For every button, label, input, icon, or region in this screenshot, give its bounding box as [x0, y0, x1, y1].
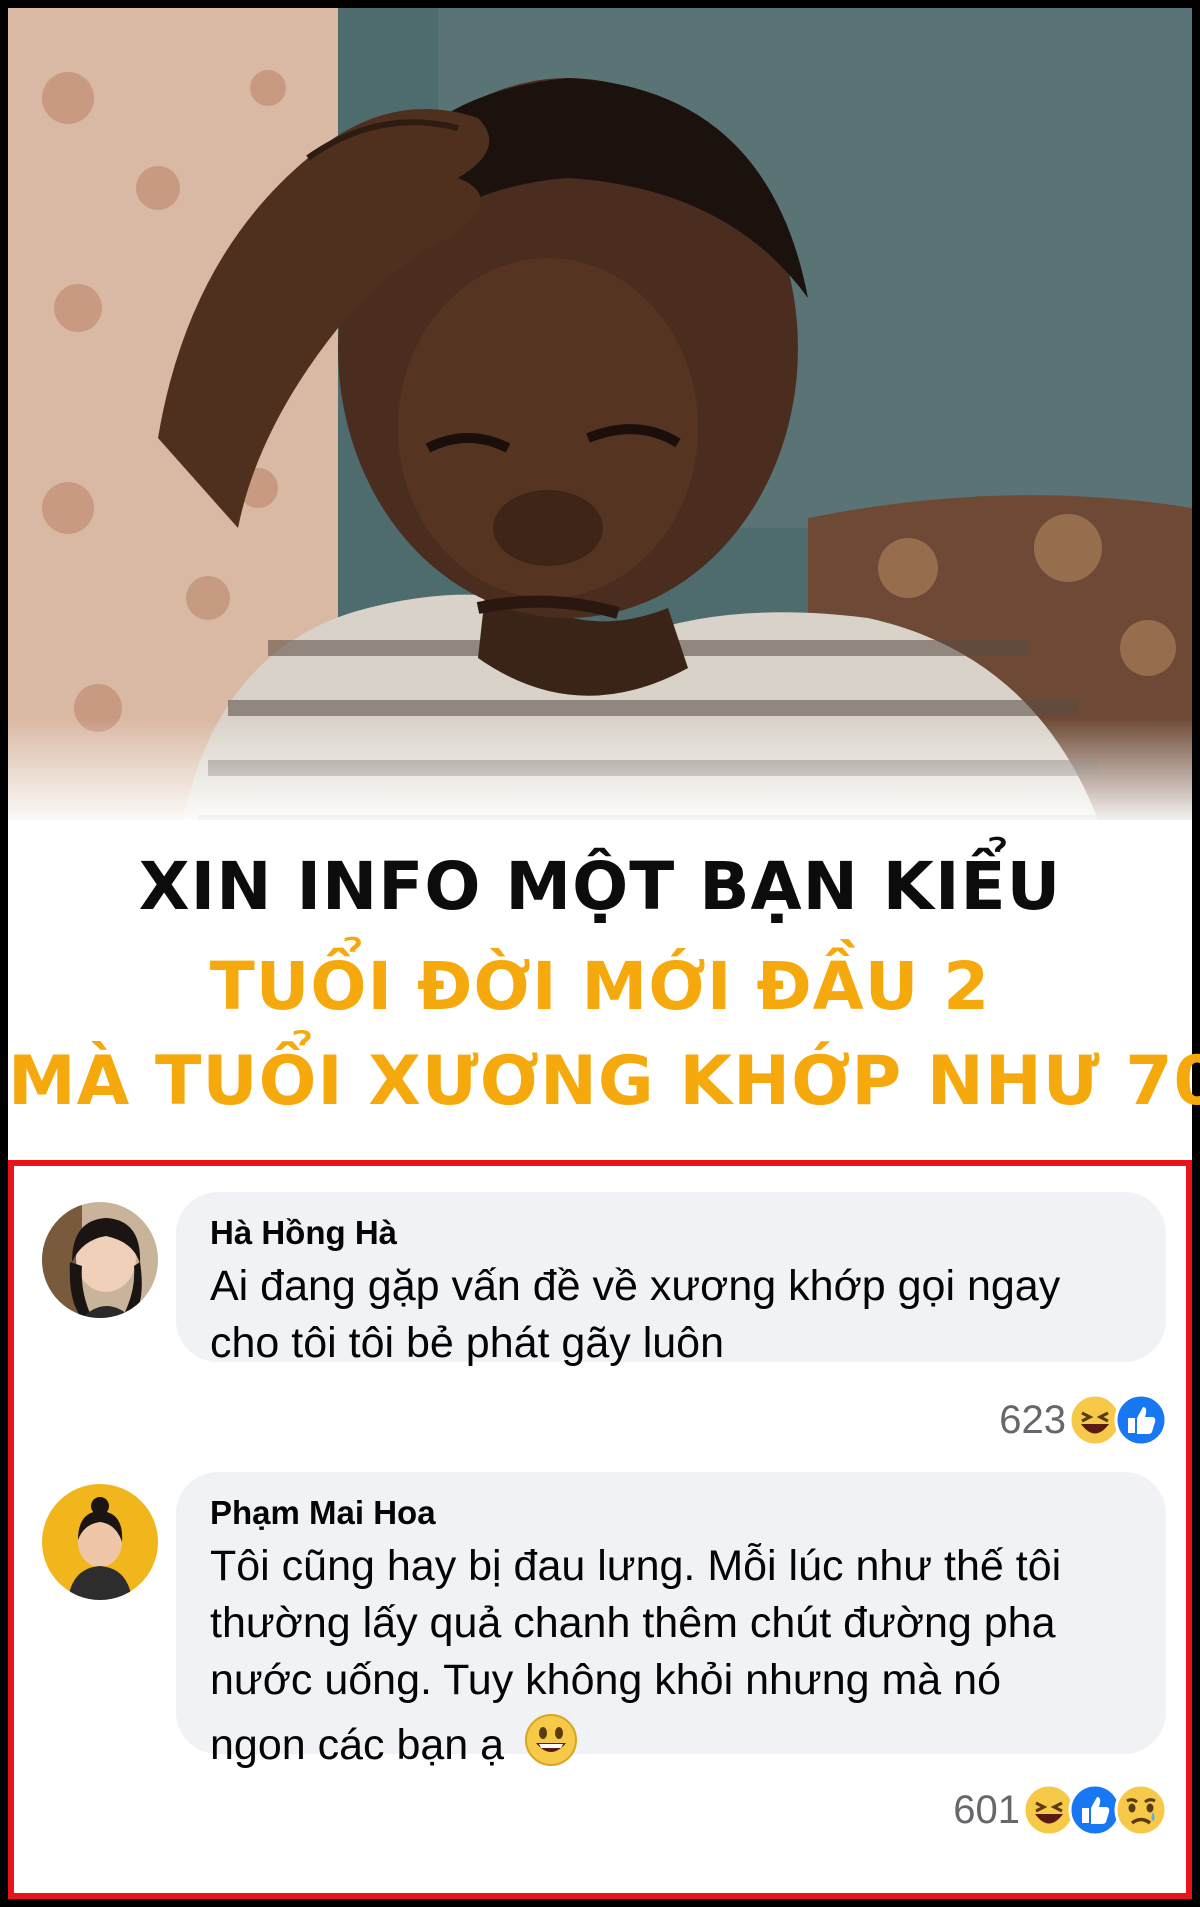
caption-line-2: TUỔI ĐỜI MỚI ĐẦU 2 [209, 948, 991, 1025]
reaction-count: 601 [953, 1787, 1020, 1832]
comment-text: Tôi cũng hay bị đau lưng. Mỗi lúc như th… [210, 1538, 1132, 1774]
smile-emoji-icon [525, 1714, 578, 1766]
caption-line-1: XIN INFO MỘT BẠN KIỂU [138, 848, 1062, 925]
comment-text-line-wrap: ngon các bạn ạ [210, 1713, 1132, 1774]
reactions-summary[interactable]: 601 [953, 1780, 1168, 1840]
meme-photo [8, 8, 1192, 848]
comment-text-line: ngon các bạn ạ [210, 1721, 505, 1769]
comment-author[interactable]: Hà Hồng Hà [210, 1214, 1132, 1252]
avatar[interactable] [42, 1202, 158, 1318]
like-icon [1114, 1393, 1168, 1447]
comment-bubble[interactable]: Hà Hồng Hà Ai đang gặp vấn đề về xương k… [176, 1192, 1166, 1367]
caption-line-3: MÀ TUỔI XƯƠNG KHỚP NHƯ 70 [8, 1042, 1200, 1121]
comment-text-line: cho tôi tôi bẻ phát gãy luôn [210, 1319, 724, 1367]
comments-panel: Hà Hồng Hà Ai đang gặp vấn đề về xương k… [8, 1160, 1192, 1899]
comment-bubble[interactable]: Phạm Mai Hoa Tôi cũng hay bị đau lưng. M… [176, 1472, 1166, 1769]
comment-text-line: Ai đang gặp vấn đề về xương khớp gọi nga… [210, 1262, 1061, 1310]
reactions-summary[interactable]: 623 [999, 1390, 1168, 1450]
comment-text-line: thường lấy quả chanh thêm chút đường pha [210, 1599, 1056, 1647]
comment-text-line: Tôi cũng hay bị đau lưng. Mỗi lúc như th… [210, 1542, 1062, 1590]
sad-icon [1114, 1783, 1168, 1837]
comment-author[interactable]: Phạm Mai Hoa [210, 1494, 1132, 1532]
comment-text: Ai đang gặp vấn đề về xương khớp gọi nga… [210, 1258, 1132, 1372]
comment-text-line: nước uống. Tuy không khỏi nhưng mà nó [210, 1656, 1001, 1704]
avatar[interactable] [42, 1484, 158, 1600]
caption-block: XIN INFO MỘT BẠN KIỂU TUỔI ĐỜI MỚI ĐẦU 2… [8, 820, 1200, 1160]
reaction-count: 623 [999, 1397, 1066, 1442]
